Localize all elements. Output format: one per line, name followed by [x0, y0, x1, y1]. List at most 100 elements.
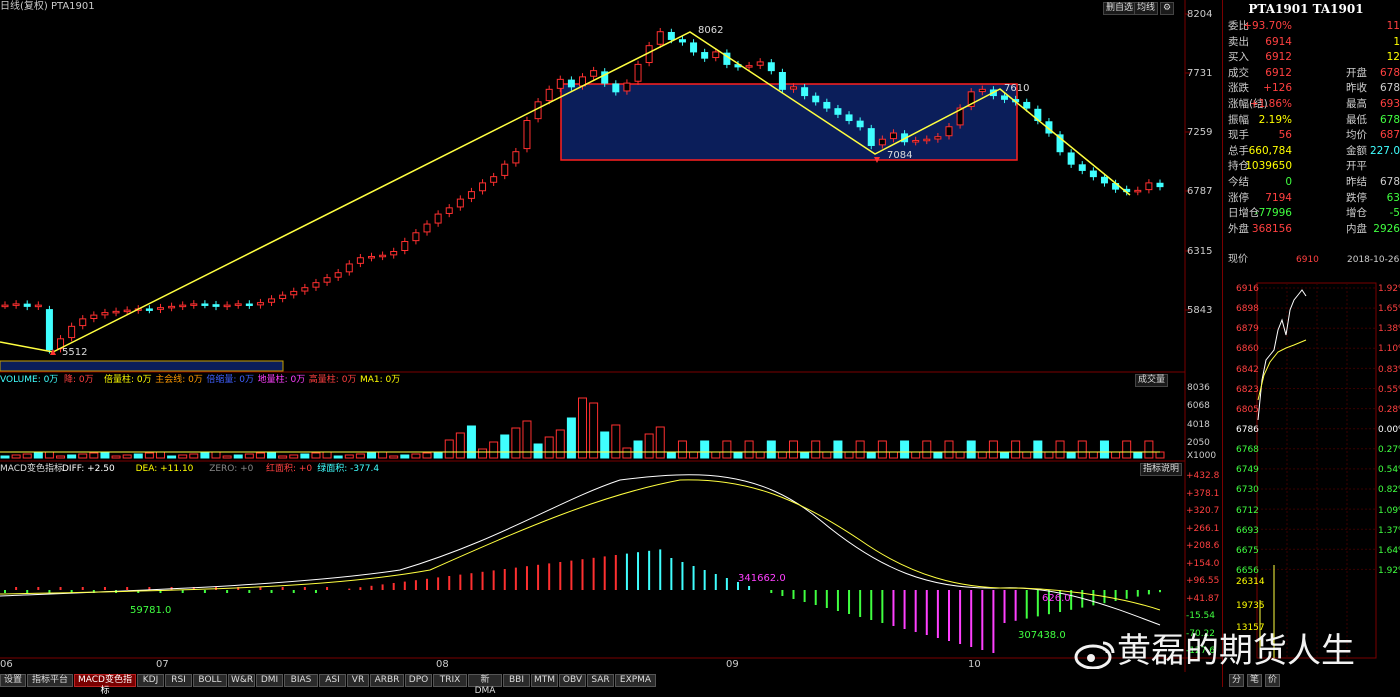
intraday-percent-tick: 1.38% [1378, 324, 1400, 335]
macd-title: MACD变色指标 [0, 464, 63, 474]
price-tick: 5843 [1187, 305, 1213, 316]
tab-6[interactable]: W&R [228, 674, 255, 687]
tab-17[interactable]: OBV [559, 674, 586, 687]
quote-cell: 卖出 [1228, 35, 1249, 48]
quote-cell: 12 [1386, 51, 1400, 64]
volume-bar [1077, 440, 1087, 459]
quote-cell: 63 [1386, 191, 1400, 204]
tab-12[interactable]: DPO [405, 674, 432, 687]
intraday-price-tick: 6805 [1236, 404, 1259, 415]
tab-8[interactable]: BIAS [284, 674, 318, 687]
quote-row: 现手 56 均价 687 [1226, 128, 1400, 143]
tab-9[interactable]: ASI [319, 674, 346, 687]
tab-minute[interactable]: 分 [1229, 674, 1244, 687]
quote-row: 涨停 7194 跌停 63 [1226, 191, 1400, 206]
quote-row: 委比 +93.70% 11 [1226, 19, 1400, 34]
quote-cell: -77996 [1254, 207, 1292, 220]
volume-bar [689, 451, 699, 459]
price-tick: 7259 [1187, 127, 1213, 138]
candle-body [479, 182, 487, 192]
volume-bar [289, 454, 299, 459]
candle-body [145, 308, 153, 311]
quote-row: 总手 660,784 金额 227.0 [1226, 144, 1400, 159]
candle-body [256, 302, 264, 306]
tab-2[interactable]: MACD变色指标 [74, 674, 136, 696]
volume-bar [1088, 451, 1098, 459]
candle-body [934, 136, 942, 140]
intraday-percent-tick: 0.27% [1378, 445, 1400, 456]
intraday-percent-tick: 1.09% [1378, 505, 1400, 516]
volume-bar [455, 432, 465, 459]
tab-price[interactable]: 价 [1265, 674, 1280, 687]
macd-tick: +96.55 [1186, 576, 1220, 586]
quote-cell: 总手 [1228, 144, 1249, 157]
tab-5[interactable]: BOLL [193, 674, 227, 687]
candle-body [23, 303, 31, 307]
tab-11[interactable]: ARBR [370, 674, 404, 687]
ma-line-button[interactable]: 均线 [1134, 2, 1159, 15]
volume-bar [0, 455, 10, 459]
intraday-percent-tick: 0.54% [1378, 465, 1400, 476]
indicator-help-button[interactable]: 指标说明 [1140, 463, 1183, 476]
volume-bar [988, 440, 998, 459]
tab-0[interactable]: 设置 [0, 674, 26, 687]
price-tick: 7731 [1187, 68, 1213, 79]
macd-tick: -15.54 [1186, 611, 1216, 621]
candle-body [767, 62, 775, 72]
volume-bar [366, 452, 376, 459]
tab-13[interactable]: TRIX [433, 674, 467, 687]
candle-body [567, 79, 575, 88]
intraday-percent-tick: 1.64% [1378, 545, 1400, 556]
tab-7[interactable]: DMI [256, 674, 283, 687]
volume-bar [700, 440, 710, 459]
candle-body [1023, 101, 1031, 109]
volume-bar [1066, 451, 1076, 459]
volume-select[interactable]: 成交量 [1135, 374, 1169, 387]
remove-favorite-button[interactable]: 删自选 [1103, 2, 1137, 15]
tab-4[interactable]: RSI [165, 674, 192, 687]
candle-body [889, 132, 897, 140]
volume-bar [555, 429, 565, 459]
tab-14[interactable]: 新DMA [468, 674, 502, 696]
tab-3[interactable]: KDJ [137, 674, 164, 687]
tab-18[interactable]: SAR [587, 674, 614, 687]
candle-body [778, 72, 786, 90]
candle-body [534, 101, 542, 120]
intraday-price-tick: 6860 [1236, 344, 1259, 355]
volume-bar [433, 451, 443, 459]
candle-body [90, 314, 98, 319]
zigzag-trendline [0, 31, 1131, 353]
tab-16[interactable]: MTM [531, 674, 558, 687]
volume-bar [766, 440, 776, 459]
candle-body [667, 31, 675, 40]
candle-body [878, 138, 886, 146]
tab-15[interactable]: BBI [503, 674, 530, 687]
volume-bar [178, 454, 188, 459]
tab-1[interactable]: 指标平台 [27, 674, 73, 687]
volume-bar [822, 451, 832, 459]
volume-bar [422, 452, 432, 459]
volume-bar [233, 454, 243, 459]
quote-cell: 678 [1379, 66, 1400, 79]
intraday-percent-tick: 1.65% [1378, 304, 1400, 315]
candle-body [834, 108, 842, 115]
volume-bar [1022, 451, 1032, 459]
watermark: 黄磊的期货人生 [1073, 631, 1355, 671]
quote-cell: -5 [1389, 207, 1400, 220]
price-tick: 6315 [1187, 246, 1213, 257]
candle-body [112, 310, 120, 314]
tab-trades[interactable]: 笔 [1247, 674, 1262, 687]
volume-bar [1011, 440, 1021, 459]
macd-legend-item: DEA: +11.10 [135, 464, 194, 474]
consolidation-box [560, 83, 1018, 161]
volume-bar [211, 451, 221, 459]
quote-cell: +1.86% [1249, 98, 1292, 110]
tab-10[interactable]: VR [347, 674, 369, 687]
candle-body [1078, 164, 1086, 171]
volume-legend-item: 降: 0万 [64, 375, 94, 385]
settings-icon[interactable]: ⚙ [1160, 2, 1175, 15]
volume-tick: 6068 [1187, 401, 1210, 411]
intraday-percent-tick: 1.10% [1378, 344, 1400, 355]
volume-bar [355, 453, 365, 459]
tab-19[interactable]: EXPMA [615, 674, 656, 687]
